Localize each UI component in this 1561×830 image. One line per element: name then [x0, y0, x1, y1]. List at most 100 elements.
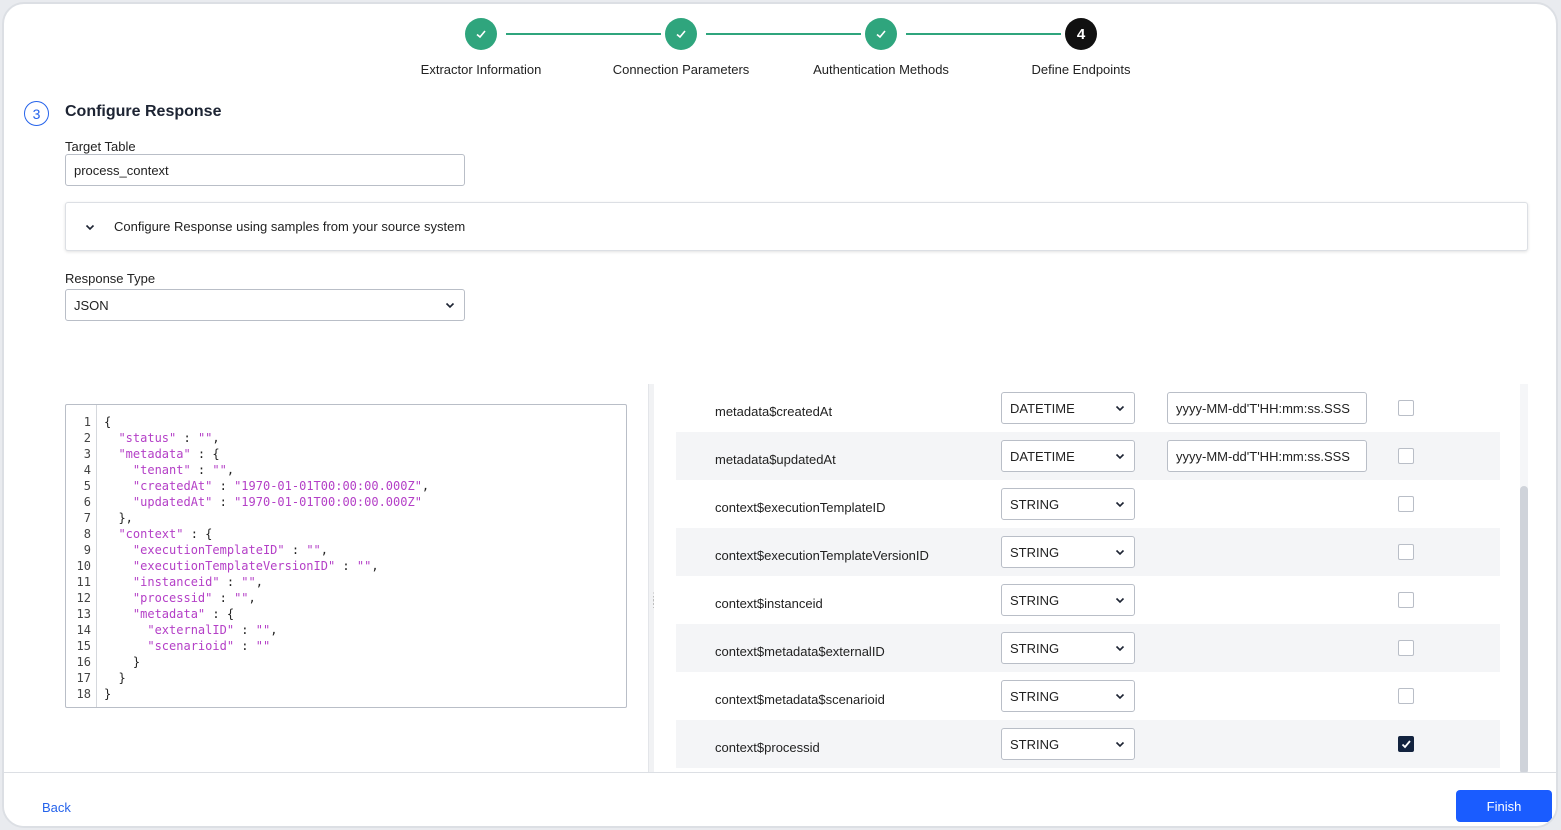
- line-number: 11: [76, 575, 91, 589]
- line-number: 10: [76, 559, 91, 573]
- field-name: context$metadata$externalID: [715, 644, 885, 659]
- line-number: 1: [83, 415, 91, 429]
- sample-config-accordion[interactable]: Configure Response using samples from yo…: [65, 202, 1528, 251]
- chevron-down-icon: [1114, 690, 1126, 702]
- step-4-number[interactable]: 4: [1065, 18, 1097, 50]
- json-punctuation: ,: [371, 559, 379, 573]
- json-token: "tenant": [132, 463, 191, 477]
- json-punctuation: [104, 623, 147, 637]
- json-punctuation: [104, 575, 133, 589]
- chevron-down-icon: [84, 221, 96, 233]
- primary-key-checkbox[interactable]: [1398, 688, 1414, 704]
- json-token: "instanceid": [132, 575, 220, 589]
- json-punctuation: ,: [255, 575, 263, 589]
- field-row: context$processid STRING: [676, 720, 1500, 768]
- code-line: "createdAt" : "1970-01-01T00:00:00.000Z"…: [104, 478, 429, 494]
- date-format-input[interactable]: yyyy-MM-dd'T'HH:mm:ss.SSS: [1167, 440, 1367, 472]
- table-scrollbar-thumb[interactable]: [1520, 486, 1528, 774]
- json-token: "executionTemplateID": [132, 543, 285, 557]
- json-punctuation: :: [190, 463, 213, 477]
- step-2-label: Connection Parameters: [612, 62, 750, 77]
- field-type-select[interactable]: STRING: [1001, 728, 1135, 760]
- code-line: "processid" : "",: [104, 590, 429, 606]
- step-3-check-icon[interactable]: [865, 18, 897, 50]
- json-punctuation: },: [104, 511, 133, 525]
- json-token: "metadata": [118, 447, 191, 461]
- field-type-select[interactable]: STRING: [1001, 488, 1135, 520]
- field-row: metadata$updatedAt DATETIME yyyy-MM-dd'T'H…: [676, 432, 1500, 480]
- line-number: 15: [76, 639, 91, 653]
- field-type-select[interactable]: STRING: [1001, 536, 1135, 568]
- code-line: }: [104, 686, 429, 702]
- json-token: "": [255, 639, 271, 653]
- field-type-select[interactable]: STRING: [1001, 632, 1135, 664]
- code-content[interactable]: { "status" : "", "metadata" : { "tenant"…: [104, 405, 429, 702]
- json-punctuation: ,: [421, 479, 430, 493]
- json-token: "": [197, 431, 213, 445]
- field-row: context$instanceid STRING: [676, 576, 1500, 624]
- code-line: "metadata" : {: [104, 446, 429, 462]
- json-token: "": [356, 559, 372, 573]
- line-number-gutter: 1 2 3 4 5 6 7 8 9 10 11 12 13 14 15 16 17 18: [66, 405, 97, 707]
- line-number: 9: [83, 543, 91, 557]
- json-punctuation: :: [212, 495, 235, 509]
- code-line: }: [104, 670, 429, 686]
- primary-key-checkbox[interactable]: [1398, 544, 1414, 560]
- json-token: "": [241, 575, 256, 589]
- step-4-label: Define Endpoints: [1031, 62, 1131, 77]
- section-title: Configure Response: [65, 103, 222, 120]
- line-number: 16: [76, 655, 91, 669]
- finish-button[interactable]: Finish: [1456, 790, 1552, 822]
- primary-key-checkbox[interactable]: [1398, 448, 1414, 464]
- json-token: "": [234, 591, 249, 605]
- primary-key-checkbox[interactable]: [1398, 592, 1414, 608]
- primary-key-checkbox[interactable]: [1398, 496, 1414, 512]
- chevron-down-icon: [1114, 498, 1126, 510]
- json-punctuation: :: [219, 575, 242, 589]
- json-sample-editor[interactable]: 1 2 3 4 5 6 7 8 9 10 11 12 13 14 15 16 17 18 { "status" :…: [65, 404, 627, 708]
- field-type-value: DATETIME: [1010, 448, 1075, 464]
- back-button[interactable]: Back: [42, 800, 71, 815]
- json-token: "executionTemplateVersionID": [132, 559, 336, 573]
- code-line: "externalID" : "",: [104, 622, 429, 638]
- date-format-input[interactable]: yyyy-MM-dd'T'HH:mm:ss.SSS: [1167, 392, 1367, 424]
- code-line: "executionTemplateID" : "",: [104, 542, 429, 558]
- primary-key-checkbox[interactable]: [1398, 640, 1414, 656]
- field-name: context$processid: [715, 740, 820, 755]
- field-type-select[interactable]: STRING: [1001, 584, 1135, 616]
- step-connector: [506, 33, 661, 35]
- wizard-stepper: 4 Extractor Information Connection Param…: [4, 18, 1556, 88]
- json-punctuation: {: [104, 415, 112, 429]
- response-type-select[interactable]: JSON: [65, 289, 465, 321]
- target-table-input[interactable]: process_context: [65, 154, 465, 186]
- step-2-check-icon[interactable]: [665, 18, 697, 50]
- json-punctuation: :: [212, 479, 235, 493]
- field-type-select[interactable]: DATETIME: [1001, 392, 1135, 424]
- code-line: "executionTemplateVersionID" : "",: [104, 558, 429, 574]
- line-number: 18: [76, 687, 91, 701]
- field-name: metadata$createdAt: [715, 404, 833, 419]
- field-row: context$metadata$externalID STRING: [676, 624, 1500, 672]
- field-type-select[interactable]: DATETIME: [1001, 440, 1135, 472]
- field-name: context$metadata$scenarioid: [715, 692, 885, 707]
- field-row: context$executionTemplateVersionID STRING: [676, 528, 1500, 576]
- json-punctuation: :: [212, 591, 235, 605]
- json-punctuation: [104, 479, 133, 493]
- json-token: "1970-01-01T00:00:00.000Z": [234, 479, 422, 493]
- primary-key-checkbox[interactable]: [1398, 736, 1414, 752]
- field-type-value: STRING: [1010, 640, 1060, 656]
- primary-key-checkbox[interactable]: [1398, 400, 1414, 416]
- accordion-label: Configure Response using samples from yo…: [114, 219, 466, 234]
- json-punctuation: }: [104, 687, 112, 701]
- field-type-value: STRING: [1010, 736, 1060, 752]
- json-punctuation: ,: [320, 543, 328, 557]
- code-line: "updatedAt" : "1970-01-01T00:00:00.000Z": [104, 494, 429, 510]
- code-line: }: [104, 654, 429, 670]
- json-token: "1970-01-01T00:00:00.000Z": [234, 495, 422, 509]
- line-number: 2: [83, 431, 91, 445]
- step-1-check-icon[interactable]: [465, 18, 497, 50]
- field-type-select[interactable]: STRING: [1001, 680, 1135, 712]
- json-token: "createdAt": [132, 479, 213, 493]
- json-punctuation: [104, 527, 118, 541]
- json-punctuation: }: [104, 655, 141, 669]
